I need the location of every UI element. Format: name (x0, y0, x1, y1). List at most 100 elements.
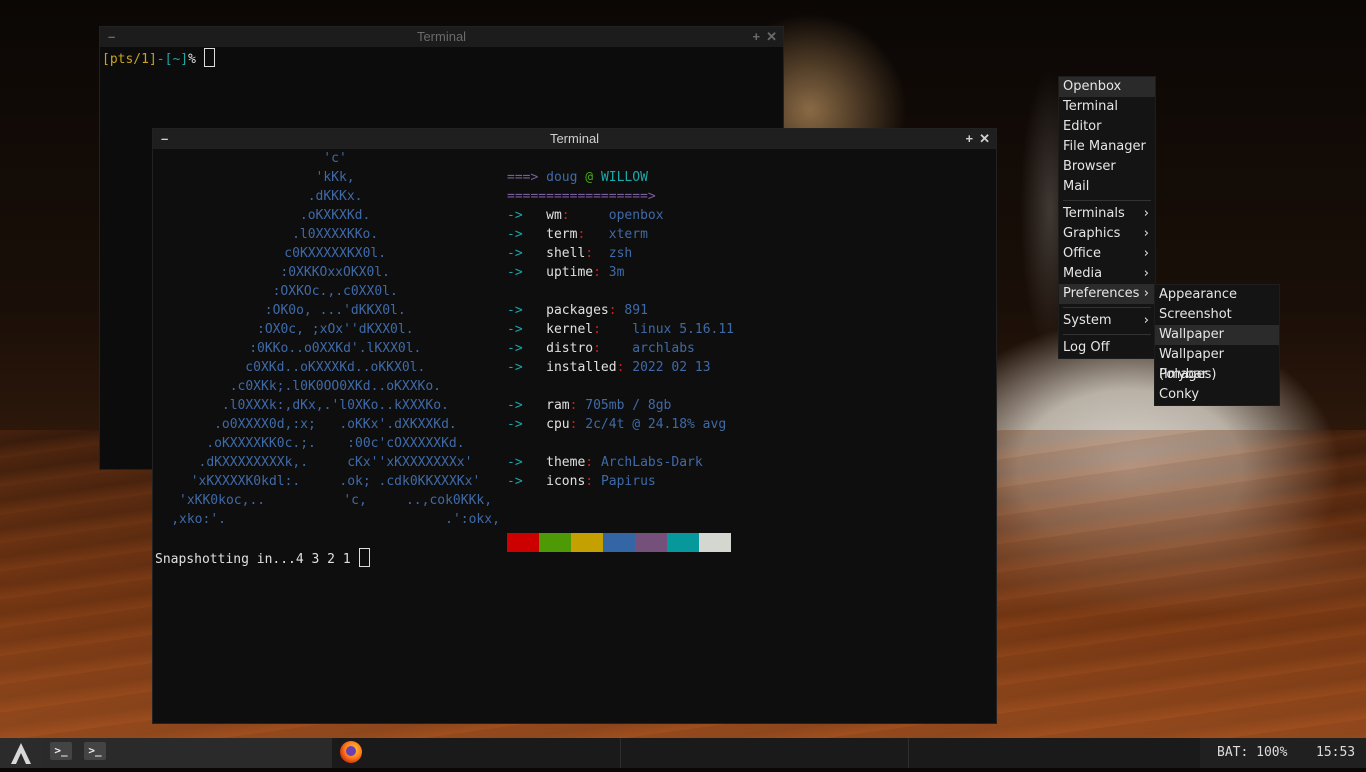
prompt-line[interactable]: [pts/1]-[~]% (100, 47, 783, 69)
info-arrow: -> (507, 322, 523, 337)
openbox-root-menu[interactable]: Openbox Terminal Editor File Manager Browse… (1058, 76, 1156, 359)
preferences-submenu[interactable]: Appearance Screenshot Wallpaper Wallpaper (… (1154, 284, 1280, 406)
ascii-art-line: 'xKK0koc,.. 'c, ..,cok0KKk, (179, 491, 492, 510)
info-value: 705mb / 8gb (585, 398, 672, 413)
prompt-cwd: -[~] (156, 52, 189, 67)
ascii-art-text: c0XKd..oKXXXKd..oKKX0l. (245, 360, 426, 375)
submenu-item-polybar[interactable]: Polybar (1155, 365, 1279, 385)
info-row-distro: -> distro: archlabs (507, 339, 695, 358)
info-row-uptime: -> uptime: 3m (507, 263, 624, 282)
info-key: uptime (546, 265, 594, 280)
ascii-art-text: :0XKKOxxOKX0l. (280, 265, 390, 280)
chevron-right-icon: › (1143, 226, 1149, 241)
ascii-art-line: c0KXXXXXKX0l. (284, 244, 386, 263)
menu-item-system[interactable]: System › (1059, 311, 1155, 331)
menu-item-label: Preferences (1063, 286, 1140, 301)
ascii-art-line: .o0XXXX0d,:x; .oKKx'.dXKXXKd. (214, 415, 457, 434)
menu-item-preferences[interactable]: Preferences › (1059, 284, 1155, 304)
info-row-theme: -> theme: ArchLabs-Dark (507, 453, 703, 472)
minimize-button[interactable]: – (161, 129, 168, 149)
menu-item-media[interactable]: Media › (1059, 264, 1155, 284)
info-row-packages: -> packages: 891 (507, 301, 648, 320)
taskbar-divider (620, 738, 621, 768)
submenu-item-screenshot[interactable]: Screenshot (1155, 305, 1279, 325)
ascii-art-line: .dKXXXXXXXXk,. cKx''xKXXXXXXXx' (199, 453, 473, 472)
info-colon: : (585, 474, 594, 489)
info-value: xterm (608, 227, 648, 242)
color-swatch (539, 533, 571, 552)
ascii-art-line: .oKXKXKd. (300, 206, 370, 225)
maximize-icon[interactable]: + (753, 29, 761, 44)
info-arrow: -> (507, 227, 523, 242)
info-colon: : (585, 455, 594, 470)
window-title: Terminal (416, 29, 467, 44)
close-icon[interactable]: ✕ (766, 29, 777, 44)
host-name: WILLOW (600, 170, 648, 185)
color-swatch (571, 533, 603, 552)
firefox-icon[interactable] (340, 741, 362, 763)
ascii-art-line: 'xKXXXXK0kdl:. .ok; .cdk0KKXXXKx' (191, 472, 481, 491)
menu-item-office[interactable]: Office › (1059, 244, 1155, 264)
minimize-button[interactable]: – (108, 27, 115, 47)
ascii-art-text: c0KXXXXXKX0l. (284, 246, 387, 261)
info-colon: : (593, 265, 601, 280)
menu-item-browser[interactable]: Browser (1059, 157, 1155, 177)
submenu-item-wallpaper-images[interactable]: Wallpaper (images) (1155, 345, 1279, 382)
menu-item-terminals[interactable]: Terminals › (1059, 204, 1155, 224)
menu-item-logoff[interactable]: Log Off (1059, 338, 1155, 358)
submenu-item-appearance[interactable]: Appearance (1155, 285, 1279, 305)
info-key: packages (546, 303, 609, 318)
snapshot-line: Snapshotting in...4 3 2 1 (155, 548, 370, 567)
ascii-art-text: .l0XXXk:,dKx,.'l0XKo..kXXXKo. (221, 398, 449, 413)
info-colon: : (593, 341, 601, 356)
ascii-art-text: 'c' (323, 151, 347, 166)
user-host-line: ===> doug @ WILLOW (507, 168, 648, 187)
color-swatch (667, 533, 699, 552)
terminal-task-icon[interactable]: >_ (84, 742, 106, 760)
info-colon: : (616, 360, 625, 375)
info-row-kernel: -> kernel: linux 5.16.11 (507, 320, 734, 339)
menu-item-graphics[interactable]: Graphics › (1059, 224, 1155, 244)
info-colon: : (585, 246, 594, 261)
color-swatch (635, 533, 667, 552)
info-colon: : (577, 227, 586, 242)
ascii-art-line: 'c' (323, 149, 346, 168)
user-name: doug (546, 170, 578, 185)
ascii-art-line: :OK0o, ...'dKKX0l. (265, 301, 406, 320)
info-value: 2c/4t @ 24.18% avg (585, 417, 727, 432)
ascii-art-text: .oKXXXXKK0c.;. :00c'cOXXXXXKd. (206, 436, 465, 451)
prompt-symbol: % (188, 52, 196, 67)
terminal-task-icon[interactable]: >_ (50, 742, 72, 760)
info-arrow: -> (507, 208, 523, 223)
info-arrow: -> (507, 398, 523, 413)
chevron-right-icon: › (1143, 246, 1149, 261)
archlabs-logo-icon[interactable] (0, 738, 42, 768)
at-sign: @ (585, 170, 594, 185)
chevron-right-icon: › (1143, 206, 1149, 221)
terminal-output[interactable]: 'c' 'kKk, .dKKKx. .oKXKXKd. .l0XXXXKKo. c0KXX… (153, 149, 996, 723)
info-key: ram (546, 398, 570, 413)
ascii-art-line: .l0XXXXKKo. (292, 225, 378, 244)
info-key: theme (546, 455, 586, 470)
menu-item-editor[interactable]: Editor (1059, 117, 1155, 137)
menu-item-file-manager[interactable]: File Manager (1059, 137, 1155, 157)
info-colon: : (569, 417, 578, 432)
info-arrow: -> (507, 455, 523, 470)
text-cursor (358, 548, 370, 567)
maximize-icon[interactable]: + (966, 131, 974, 146)
menu-item-terminal[interactable]: Terminal (1059, 97, 1155, 117)
close-icon[interactable]: ✕ (979, 131, 990, 146)
info-value: zsh (608, 246, 633, 261)
menu-item-mail[interactable]: Mail (1059, 177, 1155, 197)
submenu-item-wallpaper[interactable]: Wallpaper (1155, 325, 1279, 345)
terminal-window-front[interactable]: – Terminal + ✕ 'c' 'kKk, .dKKKx. .oKXKXKd. .l… (152, 128, 997, 724)
titlebar-front[interactable]: – Terminal + ✕ (153, 129, 996, 149)
ascii-art-text: :OK0o, ...'dKKX0l. (264, 303, 406, 318)
info-row-shell: -> shell: zsh (507, 244, 632, 263)
ascii-art-text: .l0XXXXKKo. (292, 227, 379, 242)
titlebar-back[interactable]: – Terminal + ✕ (100, 27, 783, 47)
ascii-art-text: .c0XKk;.l0K0OO0XKd..oKXXKo. (229, 379, 442, 394)
submenu-item-conky[interactable]: Conky (1155, 385, 1279, 405)
menu-item-label: Graphics (1063, 226, 1121, 241)
info-colon: : (608, 303, 617, 318)
